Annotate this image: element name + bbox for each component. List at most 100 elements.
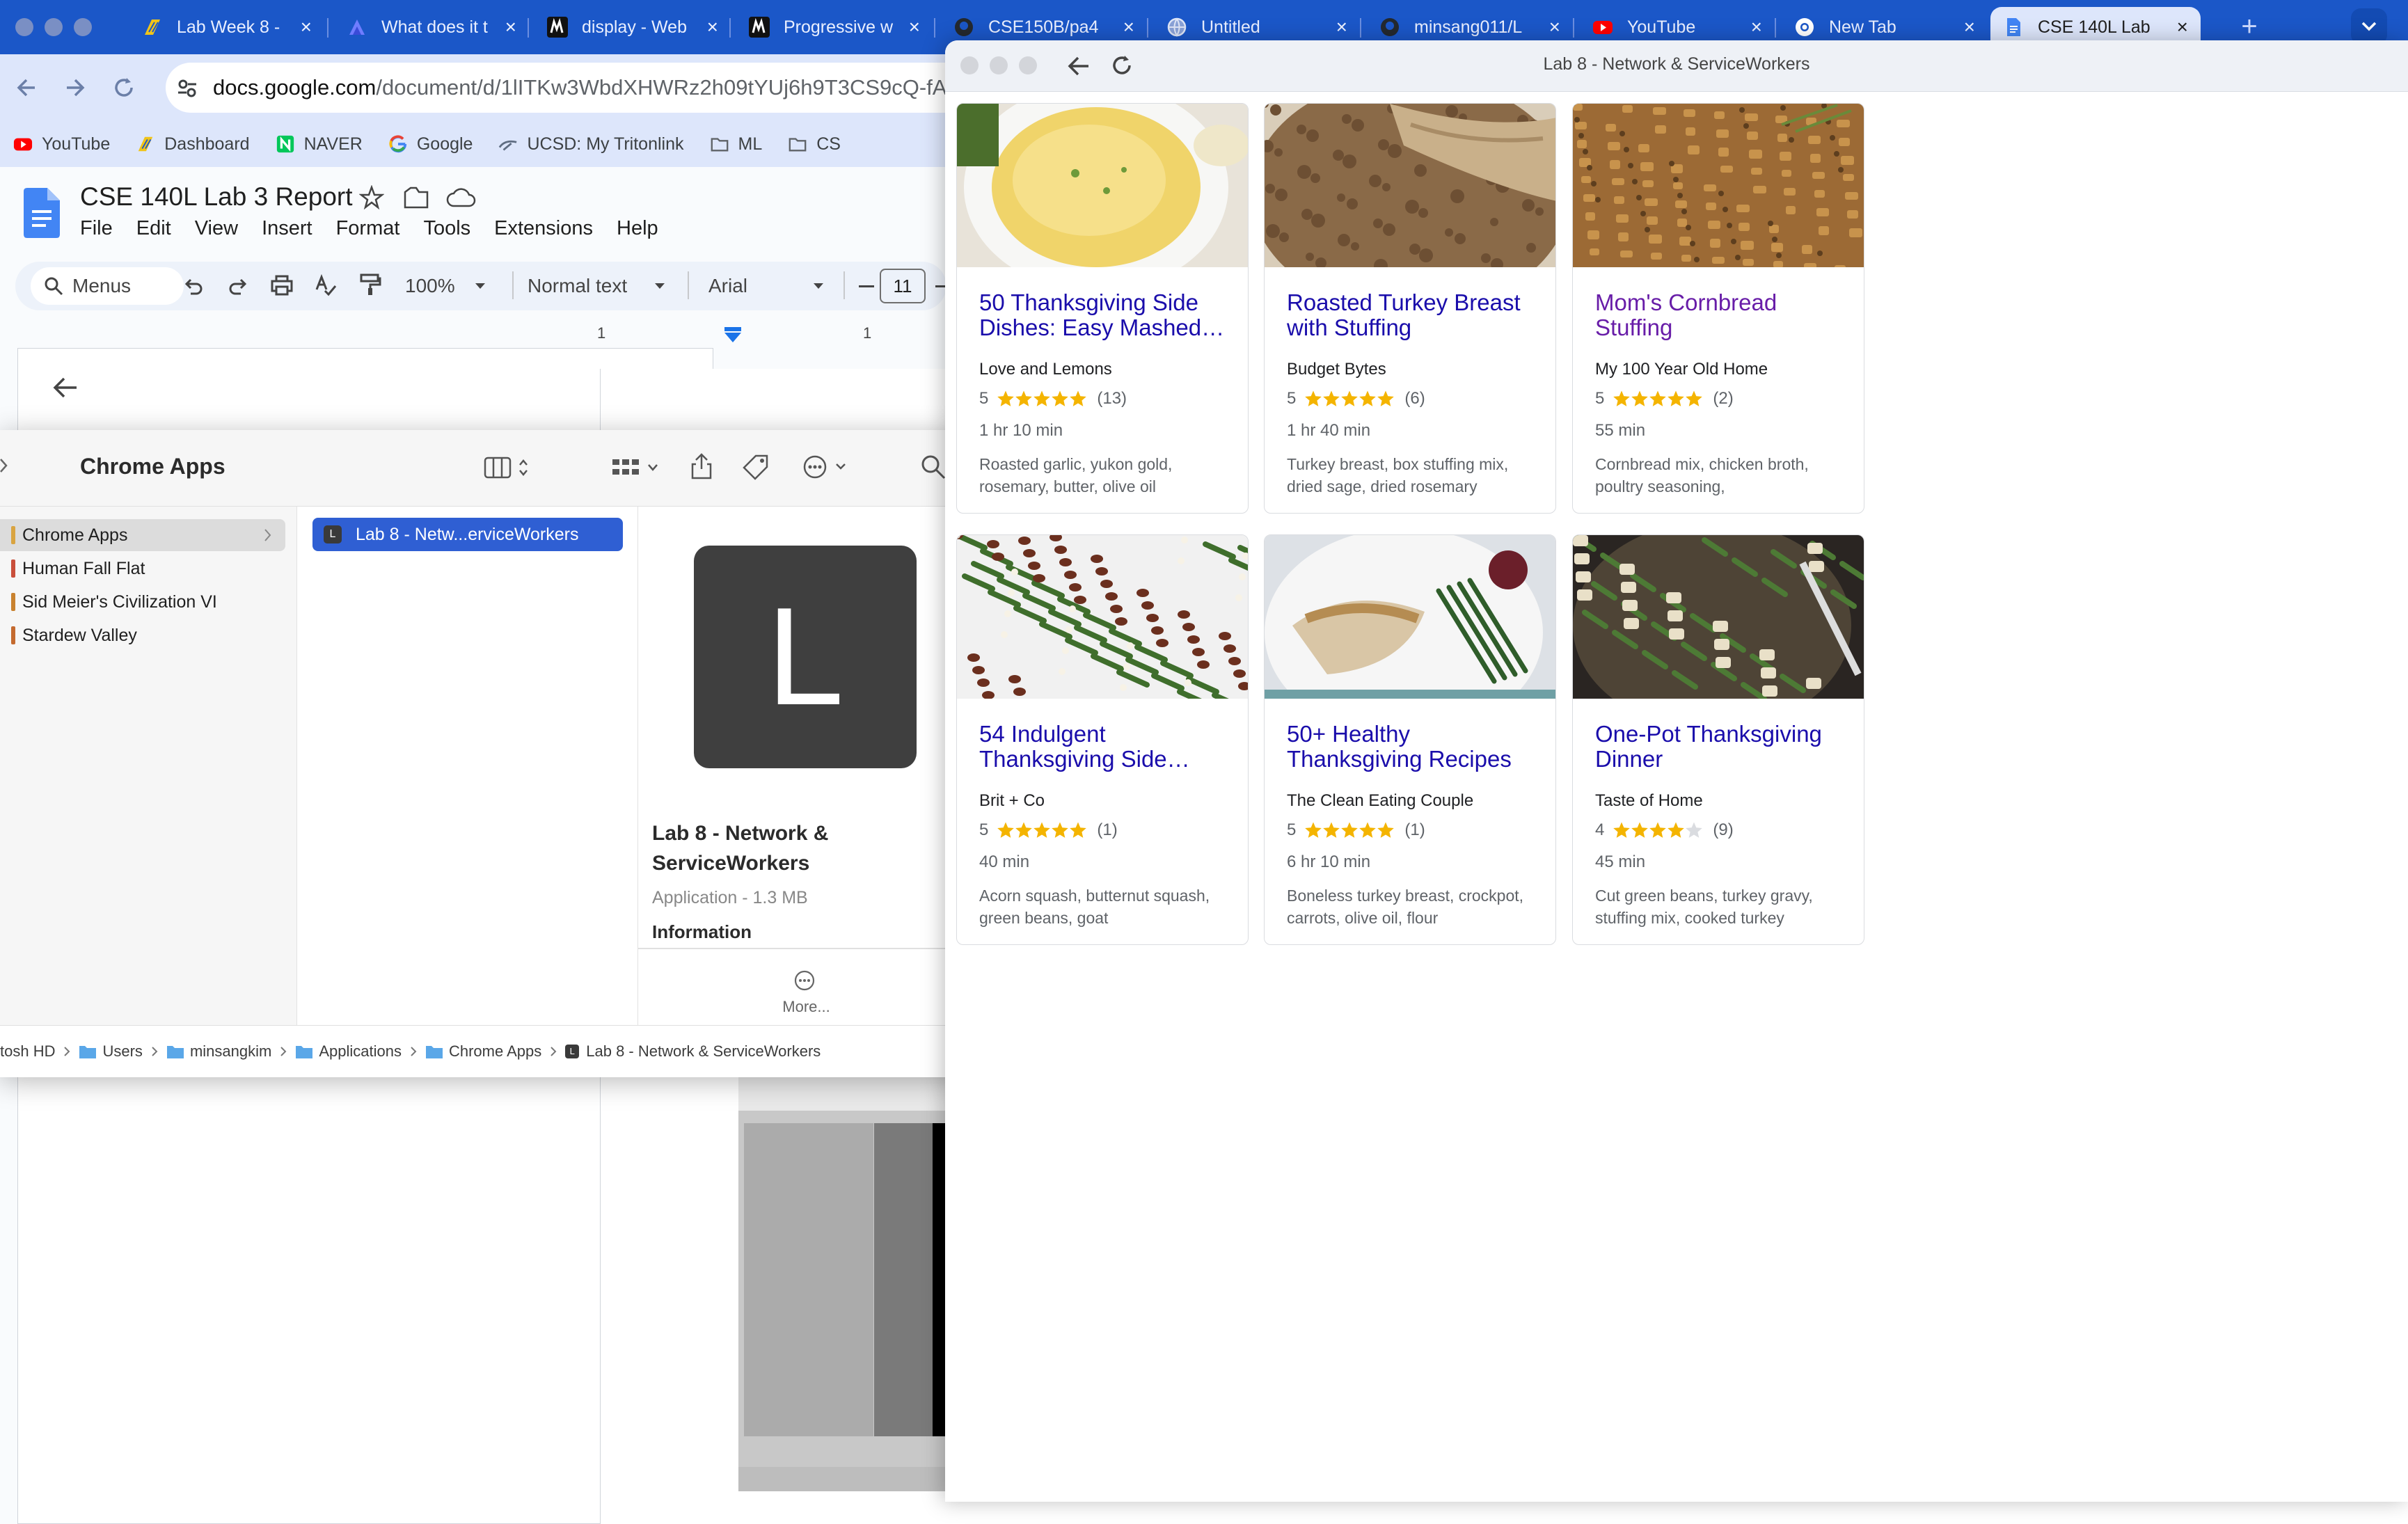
finder-item-human-fall-flat[interactable]: Human Fall Flat: [0, 553, 285, 585]
close-window-button[interactable]: [15, 18, 33, 36]
tab-1[interactable]: Lab Week 8 - ×: [129, 7, 324, 47]
docs-icon[interactable]: [24, 188, 60, 238]
close-tab-icon[interactable]: ×: [1751, 16, 1762, 38]
finder-item-sid-meier-s-civilization-vi[interactable]: Sid Meier's Civilization VI: [0, 586, 285, 618]
menu-view[interactable]: View: [195, 217, 238, 240]
redo-icon[interactable]: [227, 274, 249, 296]
column-view-icon[interactable]: [484, 455, 532, 480]
more-button[interactable]: More...: [638, 998, 974, 1016]
tab-4[interactable]: Progressive w ×: [736, 7, 933, 47]
search-icon[interactable]: [920, 454, 946, 480]
style-select[interactable]: Normal text: [528, 270, 627, 302]
more-actions-icon[interactable]: [802, 454, 850, 480]
close-tab-icon[interactable]: ×: [1964, 16, 1975, 38]
close-tab-icon[interactable]: ×: [301, 16, 312, 38]
back-arrow-icon[interactable]: [14, 75, 39, 100]
bookmark-ml[interactable]: ML: [709, 134, 762, 154]
minimize-window-button[interactable]: [45, 18, 63, 36]
tag-icon[interactable]: [742, 454, 770, 480]
font-select[interactable]: Arial: [708, 270, 747, 302]
close-tab-icon[interactable]: ×: [909, 16, 920, 38]
finder-item-stardew-valley[interactable]: Stardew Valley: [0, 619, 285, 651]
print-icon[interactable]: [270, 274, 294, 296]
tab-2[interactable]: What does it t ×: [334, 7, 529, 47]
recipe-card[interactable]: One-Pot Thanksgiving Dinner Taste of Home…: [1572, 534, 1864, 945]
zoom-select[interactable]: 100%: [405, 270, 455, 302]
recipe-title[interactable]: 50+ Healthy Thanksgiving Recipes: [1287, 722, 1544, 772]
path-segment[interactable]: Chrome Apps: [425, 1042, 557, 1061]
bookmark-ucsd-my-tritonlink[interactable]: UCSD: My Tritonlink: [498, 134, 684, 154]
font-size-input[interactable]: 11: [880, 269, 926, 303]
decrease-font-size-button[interactable]: [859, 285, 874, 287]
menu-help[interactable]: Help: [617, 217, 658, 240]
close-tab-icon[interactable]: ×: [1336, 16, 1347, 38]
turkey-stuffing-image[interactable]: [1265, 104, 1555, 267]
path-segment-label: Lab 8 - Network & ServiceWorkers: [586, 1042, 821, 1060]
paint-format-icon[interactable]: [359, 273, 381, 296]
close-tab-icon[interactable]: ×: [707, 16, 718, 38]
more-icon[interactable]: [793, 969, 816, 992]
path-segment[interactable]: minsangkim: [166, 1042, 287, 1061]
tab-3[interactable]: display - Web ×: [534, 7, 731, 47]
finder-item-chrome-apps[interactable]: Chrome Apps: [0, 519, 285, 551]
document-title[interactable]: CSE 140L Lab 3 Report: [80, 182, 353, 212]
one-pot-dinner-image[interactable]: [1573, 535, 1864, 699]
bookmark-naver[interactable]: NAVER: [275, 134, 363, 154]
menu-tools[interactable]: Tools: [423, 217, 470, 240]
chevron-down-icon: [655, 283, 665, 289]
address-bar[interactable]: docs.google.com/document/d/1lITKw3WbdXHW…: [166, 63, 1001, 113]
star-icon: [1033, 390, 1051, 406]
tab-title: CSE 140L Lab: [2038, 17, 2150, 37]
back-arrow-icon[interactable]: [52, 375, 79, 400]
recipe-title[interactable]: 54 Indulgent Thanksgiving Side…: [979, 722, 1237, 772]
menus-search[interactable]: Menus: [31, 267, 184, 305]
menu-extensions[interactable]: Extensions: [494, 217, 593, 240]
reload-icon[interactable]: [111, 75, 136, 100]
recipe-title[interactable]: Roasted Turkey Breast with Stuffing: [1287, 290, 1544, 340]
spellcheck-icon[interactable]: [315, 274, 337, 296]
turkey-gravy-plate-image[interactable]: [1265, 535, 1555, 699]
close-tab-icon[interactable]: ×: [2177, 16, 2188, 38]
recipe-title[interactable]: Mom's Cornbread Stuffing: [1595, 290, 1853, 340]
path-segment[interactable]: Users: [79, 1042, 158, 1061]
star-icon[interactable]: [359, 185, 384, 210]
path-segment[interactable]: L Lab 8 - Network & ServiceWorkers: [565, 1042, 821, 1061]
path-segment[interactable]: Applications: [295, 1042, 417, 1061]
indent-marker-icon[interactable]: [724, 327, 742, 342]
recipe-title[interactable]: 50 Thanksgiving Side Dishes: Easy Mashed…: [979, 290, 1237, 340]
bookmark-youtube[interactable]: YouTube: [13, 134, 110, 154]
forward-arrow-icon[interactable]: [63, 75, 88, 100]
recipe-card[interactable]: 54 Indulgent Thanksgiving Side… Brit + Co…: [956, 534, 1249, 945]
recipe-card[interactable]: 50+ Healthy Thanksgiving Recipes The Clea…: [1264, 534, 1556, 945]
bookmark-dashboard[interactable]: Dashboard: [135, 134, 250, 154]
cornbread-stuffing-image[interactable]: [1573, 104, 1864, 267]
new-tab-button[interactable]: +: [2234, 13, 2265, 43]
close-tab-icon[interactable]: ×: [505, 16, 516, 38]
close-tab-icon[interactable]: ×: [1549, 16, 1560, 38]
close-tab-icon[interactable]: ×: [1123, 16, 1134, 38]
recipe-card[interactable]: 50 Thanksgiving Side Dishes: Easy Mashed…: [956, 103, 1249, 514]
bookmark-cs[interactable]: CS: [787, 134, 841, 154]
zoom-window-button[interactable]: [74, 18, 92, 36]
path-segment[interactable]: tosh HD: [0, 1042, 70, 1061]
bookmark-google[interactable]: Google: [388, 134, 473, 154]
chevron-right-icon: [411, 1047, 417, 1056]
recipe-card[interactable]: Mom's Cornbread Stuffing My 100 Year Old …: [1572, 103, 1864, 514]
menu-edit[interactable]: Edit: [136, 217, 171, 240]
menu-insert[interactable]: Insert: [262, 217, 312, 240]
group-icon[interactable]: [611, 455, 661, 480]
menu-format[interactable]: Format: [336, 217, 400, 240]
share-icon[interactable]: [689, 452, 714, 480]
chevron-right-icon[interactable]: [0, 458, 8, 473]
recipe-card[interactable]: Roasted Turkey Breast with Stuffing Budge…: [1264, 103, 1556, 514]
recipe-title[interactable]: One-Pot Thanksgiving Dinner: [1595, 722, 1853, 772]
finder-selected-app[interactable]: L Lab 8 - Netw...erviceWorkers: [312, 518, 623, 551]
menu-file[interactable]: File: [80, 217, 113, 240]
tab-search-button[interactable]: [2351, 8, 2387, 45]
mashed-potatoes-image[interactable]: [957, 104, 1248, 267]
undo-icon[interactable]: [182, 274, 205, 296]
site-settings-icon[interactable]: [175, 77, 199, 100]
green-beans-pecans-image[interactable]: [957, 535, 1248, 699]
move-folder-icon[interactable]: [402, 185, 430, 210]
recipe-ingredients: Boneless turkey breast, crockpot, carrot…: [1287, 887, 1524, 927]
